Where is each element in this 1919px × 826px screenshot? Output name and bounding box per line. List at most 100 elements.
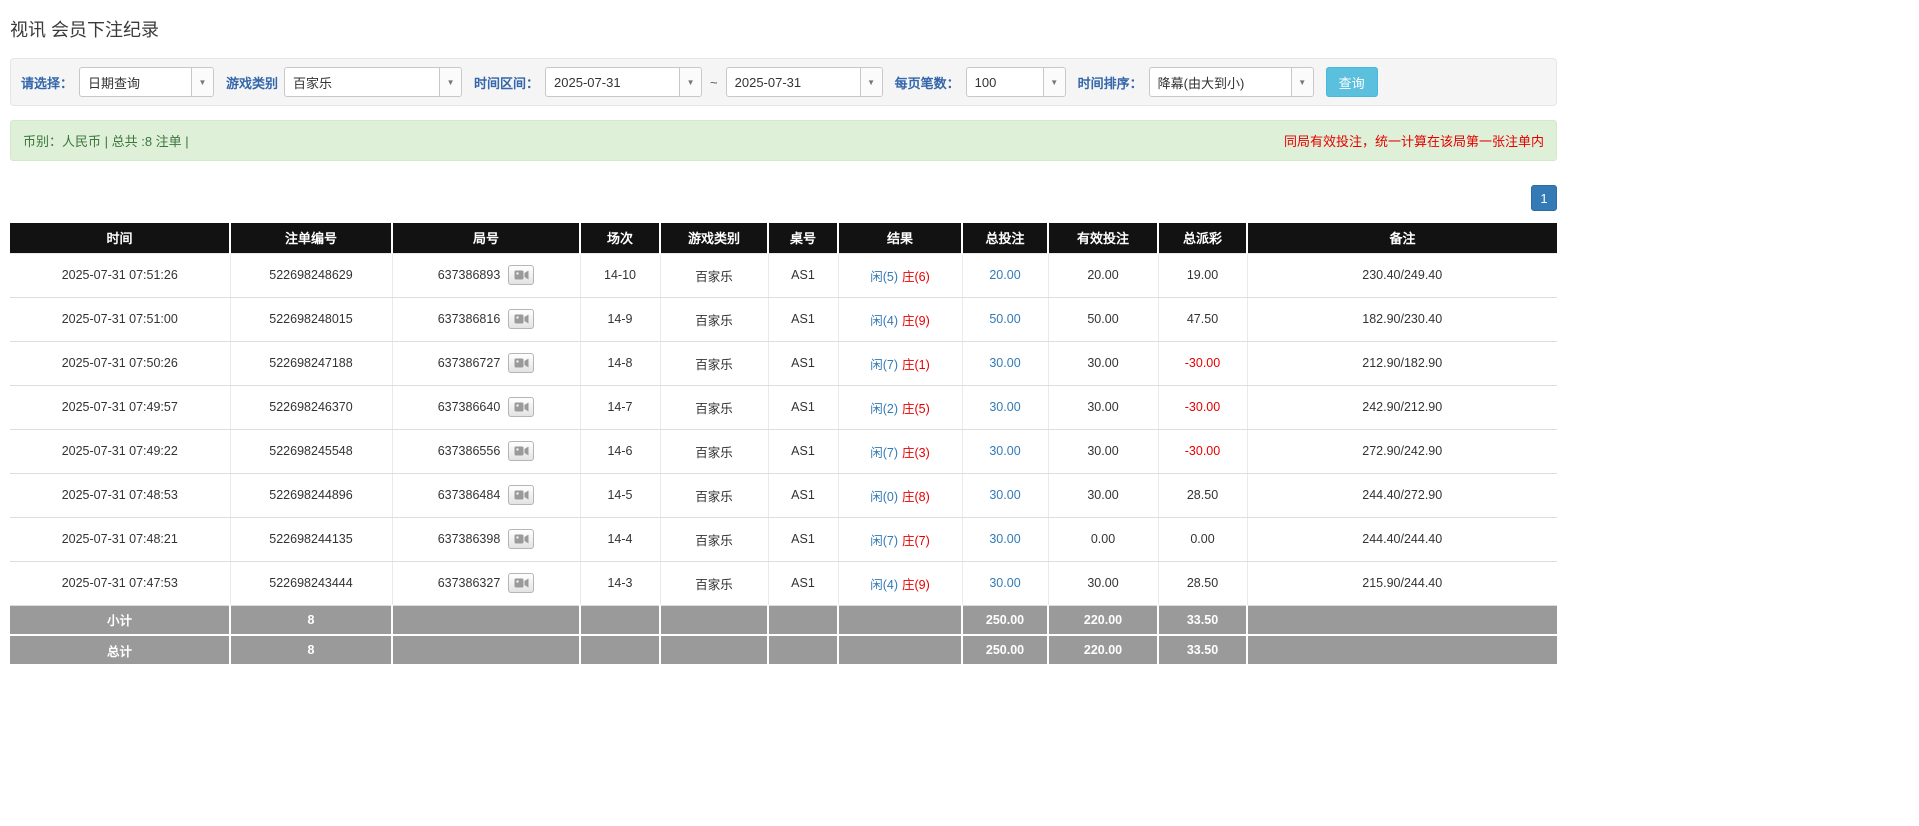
total-bet-link[interactable]: 30.00 <box>989 576 1020 590</box>
chevron-down-icon[interactable]: ▼ <box>439 68 462 96</box>
cell-round-id: 637386484 <box>392 473 581 518</box>
subtotal-empty-cell <box>768 604 839 636</box>
cell-valid-bet: 50.00 <box>1048 297 1159 342</box>
cell-result: 闲(4) 庄(9) <box>838 297 963 342</box>
table-row: 2025-07-31 07:51:26 522698248629 6373868… <box>10 252 1557 298</box>
cell-note: 244.40/272.90 <box>1247 473 1557 518</box>
total-empty-cell <box>838 635 963 666</box>
total-bet-link[interactable]: 30.00 <box>989 532 1020 546</box>
cell-game-type: 百家乐 <box>660 517 769 562</box>
bet-time: 2025-07-31 07:49:57 <box>61 400 178 414</box>
filter-group-select: 请选择： 日期查询 ▼ <box>21 67 215 97</box>
query-type-dropdown[interactable]: 日期查询 ▼ <box>79 67 215 97</box>
cell-game-type: 百家乐 <box>660 252 769 298</box>
total-bet-link[interactable]: 30.00 <box>989 444 1020 458</box>
video-replay-icon[interactable] <box>508 573 535 593</box>
cell-total-bet: 30.00 <box>962 517 1049 562</box>
chevron-down-icon[interactable]: ▼ <box>859 68 882 96</box>
subtotal-empty-cell <box>838 604 963 636</box>
video-replay-icon[interactable] <box>508 353 535 373</box>
date-from-input[interactable]: 2025-07-31 ▼ <box>545 67 703 97</box>
per-page-dropdown[interactable]: 100 ▼ <box>965 67 1066 97</box>
note: 244.40/244.40 <box>1362 532 1443 546</box>
video-replay-icon[interactable] <box>508 265 535 285</box>
video-replay-icon[interactable] <box>508 309 535 329</box>
table-row: 2025-07-31 07:47:53 522698243444 6373863… <box>10 561 1557 606</box>
per-page-value: 100 <box>974 74 997 90</box>
select-label: 请选择： <box>21 75 74 91</box>
filter-group-game: 游戏类别 百家乐 ▼ <box>226 67 463 97</box>
bet-time: 2025-07-31 07:50:26 <box>61 356 178 370</box>
cell-payout: 0.00 <box>1158 517 1248 562</box>
result-banker: 庄(1) <box>902 357 930 372</box>
chevron-down-icon[interactable]: ▼ <box>191 68 214 96</box>
sort-value: 降幕(由大到小) <box>1157 75 1245 91</box>
cell-time: 2025-07-31 07:51:26 <box>10 252 231 298</box>
game-type-dropdown[interactable]: 百家乐 ▼ <box>284 67 463 97</box>
cell-payout: -30.00 <box>1158 385 1248 430</box>
round-id: 637386556 <box>437 444 501 458</box>
cell-valid-bet: 0.00 <box>1048 517 1159 562</box>
valid-bet: 30.00 <box>1087 488 1119 502</box>
result-player: 闲(4) <box>870 577 898 592</box>
sort-dropdown[interactable]: 降幕(由大到小) ▼ <box>1148 67 1314 97</box>
cell-note: 182.90/230.40 <box>1247 297 1557 342</box>
cell-time: 2025-07-31 07:48:53 <box>10 473 231 518</box>
total-bet-link[interactable]: 20.00 <box>989 268 1020 282</box>
cell-result: 闲(7) 庄(7) <box>838 517 963 562</box>
cell-total-bet: 30.00 <box>962 385 1049 430</box>
cell-round-id: 637386893 <box>392 252 581 298</box>
payout: 47.50 <box>1186 312 1219 326</box>
date-to-input[interactable]: 2025-07-31 ▼ <box>725 67 883 97</box>
filter-group-date-range: 时间区间： 2025-07-31 ▼ ~ 2025-07-31 ▼ <box>474 67 883 97</box>
total-bet-link[interactable]: 30.00 <box>989 356 1020 370</box>
result-banker: 庄(7) <box>902 533 930 548</box>
cell-time: 2025-07-31 07:49:22 <box>10 429 231 474</box>
round-id: 637386640 <box>437 400 501 414</box>
cell-table-no: AS1 <box>768 517 839 562</box>
total-bet-link[interactable]: 50.00 <box>989 312 1020 326</box>
chevron-down-icon[interactable]: ▼ <box>1290 68 1313 96</box>
result-player: 闲(7) <box>870 445 898 460</box>
search-button[interactable]: 查询 <box>1325 67 1378 97</box>
result-player: 闲(7) <box>870 357 898 372</box>
payout: 28.50 <box>1186 488 1219 502</box>
cell-session: 14-10 <box>580 252 661 298</box>
chevron-down-icon[interactable]: ▼ <box>1042 68 1065 96</box>
page-button-1[interactable]: 1 <box>1531 185 1557 211</box>
table-number: AS1 <box>791 444 815 458</box>
cell-table-no: AS1 <box>768 561 839 606</box>
cell-round-id: 637386327 <box>392 561 581 606</box>
subtotal-empty-cell <box>660 604 769 636</box>
date-range-separator: ~ <box>710 74 718 90</box>
session-number: 14-4 <box>607 532 633 546</box>
chevron-down-icon[interactable]: ▼ <box>679 68 702 96</box>
video-replay-icon[interactable] <box>508 441 535 461</box>
subtotal-total-bet: 250.00 <box>962 604 1049 636</box>
video-replay-icon[interactable] <box>508 397 535 417</box>
session-number: 14-3 <box>607 576 633 590</box>
column-header: 备注 <box>1247 223 1557 253</box>
valid-bet: 30.00 <box>1087 444 1119 458</box>
cell-game-type: 百家乐 <box>660 561 769 606</box>
result-banker: 庄(6) <box>902 269 930 284</box>
subtotal-row: 小计 8 250.00 220.00 33.50 <box>10 604 1557 636</box>
bet-id: 522698244135 <box>269 532 353 546</box>
cell-payout: -30.00 <box>1158 341 1248 386</box>
cell-valid-bet: 30.00 <box>1048 385 1159 430</box>
cell-note: 244.40/244.40 <box>1247 517 1557 562</box>
result-player: 闲(7) <box>870 533 898 548</box>
cell-bet-id: 522698244135 <box>230 517 393 562</box>
table-row: 2025-07-31 07:51:00 522698248015 6373868… <box>10 297 1557 342</box>
video-replay-icon[interactable] <box>508 485 535 505</box>
video-replay-icon[interactable] <box>508 529 535 549</box>
total-bet-link[interactable]: 30.00 <box>989 400 1020 414</box>
session-number: 14-10 <box>604 268 636 282</box>
cell-bet-id: 522698243444 <box>230 561 393 606</box>
total-bet-link[interactable]: 30.00 <box>989 488 1020 502</box>
table-number: AS1 <box>791 400 815 414</box>
per-page-label: 每页笔数： <box>894 75 960 91</box>
game-type: 百家乐 <box>695 577 733 592</box>
table-row: 2025-07-31 07:48:53 522698244896 6373864… <box>10 473 1557 518</box>
result-player: 闲(0) <box>870 489 898 504</box>
